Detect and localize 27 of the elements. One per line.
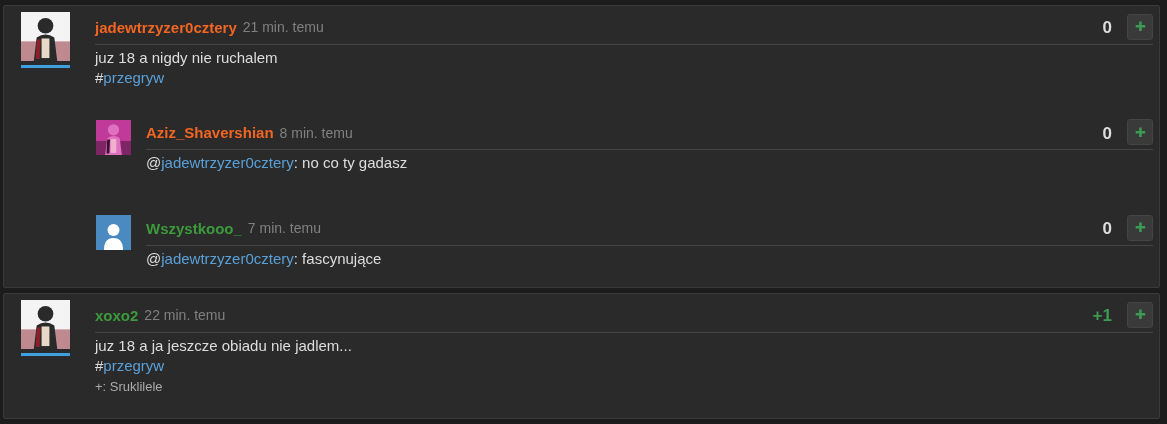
- message-line: juz 18 a nigdy nie ruchalem: [95, 47, 279, 68]
- username-link[interactable]: Aziz_Shavershian: [146, 122, 274, 145]
- username-link[interactable]: xoxo2: [95, 304, 139, 327]
- upvote-button[interactable]: ✚: [1127, 119, 1153, 146]
- vote-count: +1: [1092, 305, 1112, 327]
- link[interactable]: jadewtrzyzer0cztery: [161, 154, 294, 171]
- link[interactable]: przegryw: [103, 68, 165, 86]
- vote-count: 0: [1102, 17, 1112, 39]
- vote-count: 0: [1102, 218, 1112, 240]
- timestamp: 22 min. temu: [144, 306, 226, 326]
- upvote-button[interactable]: ✚: [1127, 13, 1153, 40]
- upvote-button[interactable]: ✚: [1127, 214, 1153, 241]
- voters-text: +: Sruklilele: [95, 377, 164, 396]
- upvote-button[interactable]: ✚: [1127, 301, 1153, 328]
- message-line: #przegryw: [95, 355, 166, 376]
- message-line: @jadewtrzyzer0cztery: fascynujące: [146, 248, 383, 269]
- username-link[interactable]: Wszystkooo_: [146, 217, 242, 240]
- vote-count: 0: [1102, 122, 1112, 145]
- timestamp: 7 min. temu: [247, 219, 321, 239]
- username-link[interactable]: jadewtrzyzer0cztery: [95, 16, 237, 39]
- link[interactable]: przegryw: [103, 356, 165, 374]
- message-line: @jadewtrzyzer0cztery: no co ty gadasz: [146, 153, 409, 173]
- timestamp: 8 min. temu: [279, 123, 353, 143]
- link[interactable]: jadewtrzyzer0cztery: [161, 249, 294, 267]
- message-line: #przegryw: [95, 67, 166, 88]
- timestamp: 21 min. temu: [242, 18, 324, 38]
- message-line: juz 18 a ja jeszcze obiadu nie jadlem...: [95, 335, 353, 356]
